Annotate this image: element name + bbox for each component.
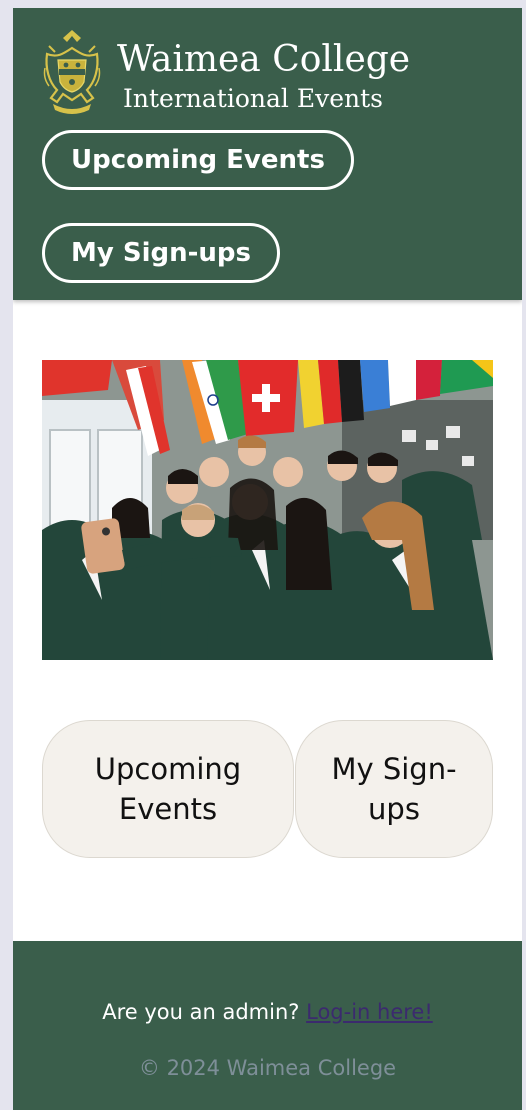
- site-title: Waimea College: [117, 39, 411, 80]
- admin-prompt-text: Are you an admin?: [102, 1000, 300, 1024]
- site-subtitle: International Events: [123, 84, 383, 113]
- copyright-text: © 2024 Waimea College: [138, 1056, 397, 1080]
- site-footer: Are you an admin? Log-in here! © 2024 Wa…: [13, 941, 522, 1110]
- my-signups-card[interactable]: My Sign- ups: [295, 720, 493, 858]
- upcoming-events-card[interactable]: Upcoming Events: [42, 720, 294, 858]
- admin-login-prompt: Are you an admin? Log-in here!: [13, 997, 522, 1027]
- site-header: Waimea College International Events Upco…: [13, 8, 522, 300]
- admin-login-link[interactable]: Log-in here!: [306, 1000, 433, 1024]
- my-signups-card-line1: My Sign-: [331, 752, 457, 786]
- page-scrollbar[interactable]: [522, 0, 526, 1110]
- upcoming-events-card-line1: Upcoming: [94, 752, 242, 786]
- hero-photo: [42, 360, 493, 660]
- school-crest-icon: [43, 30, 101, 114]
- upcoming-events-card-line2: Events: [118, 792, 218, 826]
- nav-upcoming-events-button[interactable]: Upcoming Events: [42, 130, 354, 190]
- page: Waimea College International Events Upco…: [13, 8, 522, 1110]
- my-signups-card-line2: ups: [368, 792, 420, 826]
- nav-my-signups-button[interactable]: My Sign-ups: [42, 223, 281, 283]
